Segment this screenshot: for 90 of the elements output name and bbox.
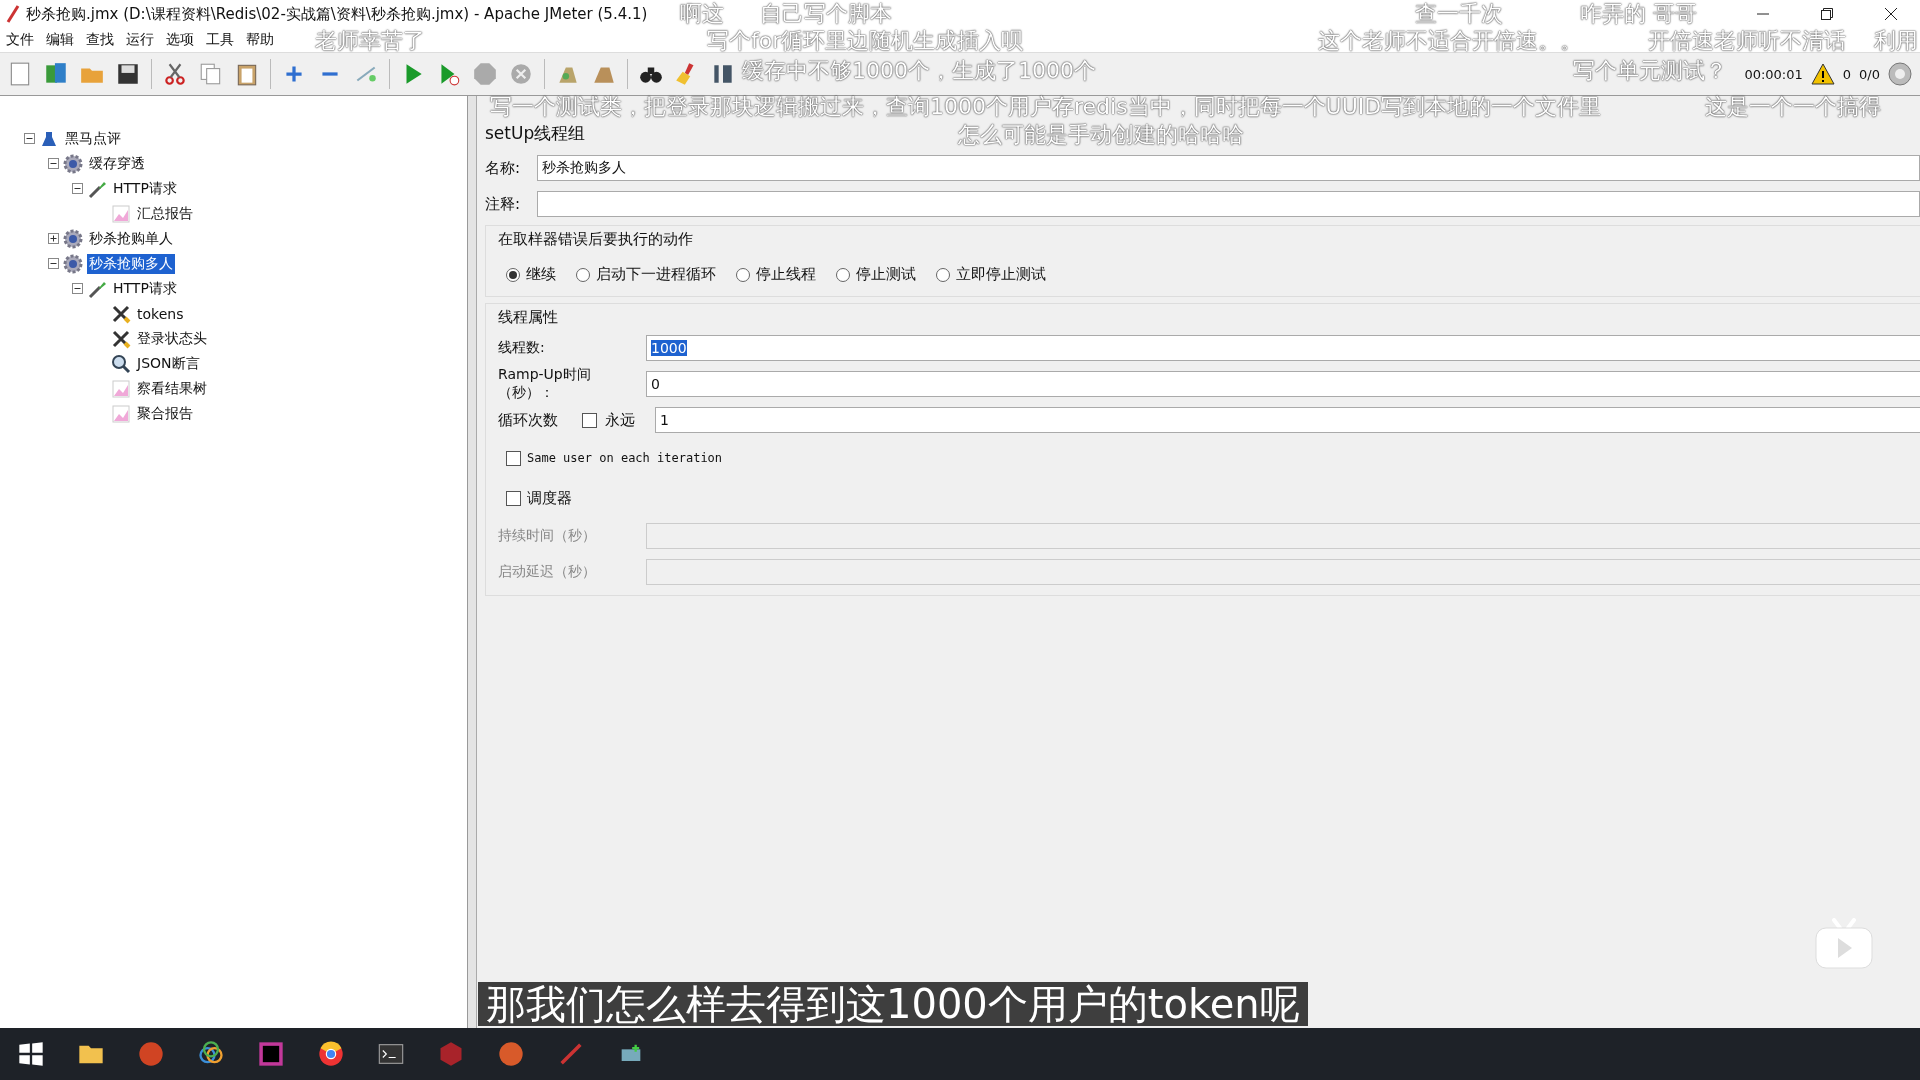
checkbox[interactable] xyxy=(506,490,521,506)
field-label: Ramp-Up时间（秒）： xyxy=(498,366,592,402)
field-label: 持续时间（秒） xyxy=(498,527,597,545)
tree-item[interactable]: 察看结果树 xyxy=(135,378,209,399)
field-label: 循环次数 xyxy=(498,410,559,430)
comment-field[interactable] xyxy=(537,191,1920,217)
danmaku-comment: 怎么可能是手动创建的哈哈哈 xyxy=(958,122,1244,148)
menu-item[interactable]: 选项 xyxy=(160,31,200,49)
menu-item[interactable]: 运行 xyxy=(120,31,160,49)
warning-icon[interactable] xyxy=(1810,62,1835,86)
radio-label[interactable]: 停止线程 xyxy=(756,265,816,284)
danmaku-comment: 老师幸苦了 xyxy=(315,28,425,54)
field-label: 注释: xyxy=(485,194,522,214)
tree-item[interactable]: 聚合报告 xyxy=(135,403,195,424)
tools-icon xyxy=(111,328,131,349)
radio-button[interactable] xyxy=(506,267,520,282)
danmaku-comment: 写个for循环里边随机生成插入呗 xyxy=(707,28,1024,54)
duration-field[interactable] xyxy=(646,523,1920,549)
radio-button[interactable] xyxy=(836,267,850,282)
tree-item[interactable]: 秒杀抢购多人 xyxy=(87,253,175,274)
status-icon xyxy=(1888,62,1912,86)
chart-icon xyxy=(111,403,131,424)
chart-icon xyxy=(111,378,131,399)
window-title: 秒杀抢购.jmx (D:\课程资料\Redis\02-实战篇\资料\秒杀抢购.jmx) - Apache JMeter (5.4.1) xyxy=(26,4,648,24)
field-label: 线程数: xyxy=(498,339,546,357)
checkbox-label[interactable]: 永远 xyxy=(605,410,647,430)
panel-title: setUp线程组 xyxy=(485,122,586,145)
tree-item[interactable]: 缓存穿透 xyxy=(87,153,147,174)
video-subtitle: 那我们怎么样去得到这1000个用户的token呢 xyxy=(478,982,1308,1026)
name-field[interactable]: 秒杀抢购多人 xyxy=(537,155,1920,181)
tree-item[interactable]: JSON断言 xyxy=(135,353,202,374)
expand-icon[interactable] xyxy=(48,233,59,244)
checkbox[interactable] xyxy=(582,412,597,428)
checkbox-label[interactable]: 调度器 xyxy=(527,488,572,508)
menu-item[interactable]: 编辑 xyxy=(40,31,80,49)
gear-icon xyxy=(63,153,83,174)
loop-count-field[interactable]: 1 xyxy=(655,407,1920,433)
radio-button[interactable] xyxy=(576,267,590,282)
danmaku-comment: 自己写个脚本 xyxy=(760,1,892,27)
collapse-icon[interactable] xyxy=(24,133,35,144)
group-title: 线程属性 xyxy=(498,308,559,327)
collapse-icon[interactable] xyxy=(48,258,59,269)
elapsed-time: 00:00:01 xyxy=(1744,66,1803,82)
tree-item[interactable]: HTTP请求 xyxy=(111,178,179,199)
radio-button[interactable] xyxy=(736,267,750,282)
danmaku-comment: 查一千次 xyxy=(1415,1,1503,27)
radio-button[interactable] xyxy=(936,267,950,282)
restore-icon[interactable] xyxy=(1821,8,1833,20)
startup-delay-field[interactable] xyxy=(646,559,1920,585)
tree-item[interactable]: HTTP请求 xyxy=(111,278,179,299)
thread-count-field[interactable]: 1000 xyxy=(646,335,1920,361)
checkbox-label[interactable]: Same user on each iteration xyxy=(527,451,723,465)
tree-item[interactable]: 黑马点评 xyxy=(63,128,123,149)
tree-item[interactable]: tokens xyxy=(135,304,186,323)
danmaku-comment: 开倍速老师听不清话 xyxy=(1648,28,1846,54)
menu-item[interactable]: 文件 xyxy=(0,31,40,49)
danmaku-comment: 写个单元测试？ xyxy=(1573,58,1727,84)
collapse-icon[interactable] xyxy=(72,183,83,194)
radio-label[interactable]: 继续 xyxy=(526,265,556,284)
gear-icon xyxy=(63,228,83,249)
danmaku-comment: 缓存中不够1000个，生成了1000个 xyxy=(742,58,1096,84)
field-label: 名称: xyxy=(485,158,522,178)
collapse-icon[interactable] xyxy=(72,283,83,294)
chart-icon xyxy=(111,203,131,224)
danmaku-comment: 写一个测试类，把登录那块逻辑搬过来，查询1000个用户存redis当中，同时把每一个UUID写到本地的一个文件里 xyxy=(490,94,1602,120)
collapse-icon[interactable] xyxy=(48,158,59,169)
warning-count: 0 xyxy=(1842,66,1852,82)
danmaku-comment: 啊这 xyxy=(680,1,724,27)
radio-label[interactable]: 立即停止测试 xyxy=(956,265,1046,284)
tools-icon xyxy=(111,303,131,324)
danmaku-comment: 利用 xyxy=(1874,28,1918,54)
danmaku-comment: 这个老师不适合开倍速。。 xyxy=(1318,28,1582,54)
magnifier-icon xyxy=(111,353,131,374)
tree-item[interactable]: 秒杀抢购单人 xyxy=(87,228,175,249)
danmaku-comment: 咋弄的 哥哥 xyxy=(1580,1,1697,27)
close-icon[interactable] xyxy=(1885,8,1897,20)
tree-item[interactable]: 登录状态头 xyxy=(135,328,209,349)
menu-item[interactable]: 工具 xyxy=(200,31,240,49)
menu-item[interactable]: 查找 xyxy=(80,31,120,49)
thread-count: 0/0 xyxy=(1859,66,1880,82)
field-label: 启动延迟（秒） xyxy=(498,563,597,581)
ramp-up-field[interactable]: 0 xyxy=(646,371,1920,397)
radio-label[interactable]: 启动下一进程循环 xyxy=(596,265,716,284)
radio-label[interactable]: 停止测试 xyxy=(856,265,916,284)
danmaku-comment: 这是一个一个搞得 xyxy=(1705,94,1881,120)
group-title: 在取样器错误后要执行的动作 xyxy=(498,230,694,249)
gear-icon xyxy=(63,253,83,274)
menu-item[interactable]: 帮助 xyxy=(240,31,280,49)
checkbox[interactable] xyxy=(506,450,521,466)
tree-item[interactable]: 汇总报告 xyxy=(135,203,195,224)
